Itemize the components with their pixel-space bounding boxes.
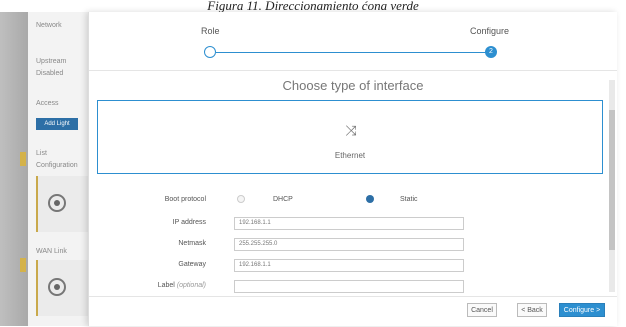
background-item: WAN Link [36,248,67,255]
label-input[interactable] [234,280,464,293]
background-card-icon [48,278,66,296]
optional-hint: (optional) [176,282,206,289]
background-button: Add Light [36,118,78,130]
gateway-label: Gateway [178,261,206,268]
ethernet-icon: ⤨ [345,122,357,138]
interface-option-ethernet[interactable]: ⤨ Ethernet [97,100,603,174]
ip-address-input[interactable]: 192.168.1.1 [234,217,464,230]
figure-caption: Figura 11. Direccionamiento ćona verde [207,0,419,12]
background-left-strip [0,12,28,326]
step-role-dot[interactable] [204,46,216,58]
background-item: List [36,150,47,157]
step-configure-label: Configure [470,26,510,36]
background-card-icon [48,194,66,212]
configure-interface-dialog: Role Configure 2 Choose type of interfac… [88,12,617,326]
wizard-steps: Role Configure 2 [89,12,617,71]
dialog-footer: Cancel < Back Configure > [89,296,617,327]
background-item: Network [36,22,62,29]
background-item: Configuration [36,162,78,169]
background-marker [20,258,26,272]
radio-static-label: Static [400,196,418,203]
background-card [36,176,90,232]
netmask-label: Netmask [178,240,206,247]
label-field-label: Label (optional) [136,282,206,289]
background-marker [20,152,26,166]
radio-dhcp-label: DHCP [273,196,293,203]
background-item: Disabled [36,70,64,77]
label-text: Label [157,282,175,289]
wizard-progress-line [216,52,486,53]
dialog-scrollbar[interactable] [609,80,615,292]
radio-static[interactable] [366,195,374,203]
step-role-label: Role [201,26,220,36]
netmask-input[interactable]: 255.255.255.0 [234,238,464,251]
scrollbar-thumb[interactable] [609,110,615,250]
step-configure-dot[interactable]: 2 [485,46,497,58]
radio-dhcp[interactable] [237,195,245,203]
cancel-button[interactable]: Cancel [467,303,497,317]
interface-option-label: Ethernet [334,151,366,160]
ip-address-label: IP address [172,219,206,226]
background-card [36,260,90,316]
gateway-input[interactable]: 192.168.1.1 [234,259,464,272]
back-button[interactable]: < Back [517,303,547,317]
section-title: Choose type of interface [282,78,424,93]
background-item: Upstream [36,58,67,65]
boot-protocol-label: Boot protocol [164,196,206,203]
configure-button[interactable]: Configure > [559,303,605,317]
background-item: Access [36,100,59,107]
